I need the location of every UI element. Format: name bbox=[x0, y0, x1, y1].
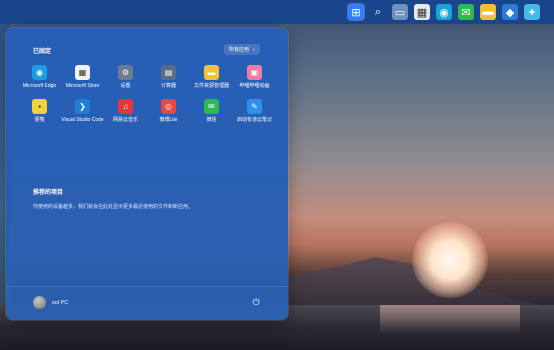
pinned-app[interactable]: ✉ 微信 bbox=[190, 99, 233, 123]
app-label: 文件资源管理器 bbox=[193, 83, 229, 89]
wallpaper-sun bbox=[412, 222, 488, 298]
edge-icon: ◉ bbox=[32, 65, 47, 80]
pinned-app[interactable]: ⚙ 设置 bbox=[104, 65, 147, 89]
settings-gear-icon: ⚙ bbox=[118, 65, 133, 80]
pinned-app[interactable]: ▪ 便笺 bbox=[18, 99, 61, 123]
wechat-icon: ✉ bbox=[204, 99, 219, 114]
avatar bbox=[33, 296, 46, 309]
pinned-app[interactable]: ▬ 文件资源管理器 bbox=[190, 65, 233, 89]
pinned-apps-grid: ◉ Microsoft Edge ▦ Microsoft Store ⚙ 设置 ▤ 计算器 ▬ 文… bbox=[18, 65, 278, 123]
netease-music-icon: ♫ bbox=[118, 99, 133, 114]
pinned-app[interactable]: ◉ Microsoft Edge bbox=[18, 65, 61, 89]
wechat-icon[interactable]: ✉ bbox=[458, 4, 474, 20]
chevron-right-icon: › bbox=[253, 46, 255, 53]
app-label: Microsoft Edge bbox=[22, 83, 57, 89]
bilibili-icon: ▣ bbox=[247, 65, 262, 80]
user-account-button[interactable]: sol PC bbox=[33, 296, 68, 309]
store-icon[interactable]: ◆ bbox=[502, 4, 518, 20]
footer-divider bbox=[6, 286, 288, 287]
file-explorer-icon: ▬ bbox=[204, 65, 219, 80]
pinned-app[interactable]: ▤ 计算器 bbox=[147, 65, 190, 89]
user-name: sol PC bbox=[52, 299, 69, 306]
pinned-app[interactable]: ▣ 哔哩哔哩动画 bbox=[233, 65, 276, 89]
folder-icon[interactable]: ▬ bbox=[480, 4, 496, 20]
search-icon[interactable]: ⌕ bbox=[370, 4, 386, 20]
pinned-title: 已固定 bbox=[33, 49, 52, 55]
store-icon: ▦ bbox=[75, 65, 90, 80]
pinned-app[interactable]: ❯ Visual Studio Code bbox=[61, 99, 104, 123]
calendar-icon[interactable]: ▦ bbox=[414, 4, 430, 20]
edge-icon[interactable]: ◉ bbox=[436, 4, 452, 20]
app-label: 便笺 bbox=[34, 117, 45, 123]
wallpaper-shimmer bbox=[380, 305, 520, 335]
calculator-icon: ▤ bbox=[161, 65, 176, 80]
app-label: Microsoft Store bbox=[65, 83, 100, 89]
app-label: 网易云音乐 bbox=[112, 117, 138, 123]
windows-start-icon[interactable]: ⊞ bbox=[347, 3, 365, 21]
pinned-app[interactable]: ✎ 启动有道云笔记 bbox=[233, 99, 276, 123]
power-button[interactable]: ⏻ bbox=[250, 296, 262, 308]
recommended-description: 你使用的设备越多，我们就会在此处显示更多最近使用的文件和新应用。 bbox=[33, 204, 194, 210]
power-icon: ⏻ bbox=[252, 296, 260, 307]
taskbar: ⊞ ⌕ ▭ ▦ ◉ ✉ ▬ ◆ ✦ bbox=[0, 0, 554, 24]
pinned-app[interactable]: ▦ Microsoft Store bbox=[61, 65, 104, 89]
app-label: 计算器 bbox=[160, 83, 176, 89]
task-view-icon[interactable]: ▭ bbox=[392, 4, 408, 20]
vscode-icon: ❯ bbox=[75, 99, 90, 114]
sticky-notes-icon: ▪ bbox=[32, 99, 47, 114]
pinned-app[interactable]: ♫ 网易云音乐 bbox=[104, 99, 147, 123]
pin-icon[interactable]: ✦ bbox=[524, 4, 540, 20]
app-label: Visual Studio Code bbox=[61, 117, 104, 123]
all-apps-label: 所有应用 bbox=[229, 47, 250, 53]
app-label: 设置 bbox=[120, 83, 131, 89]
youdao-note-icon: ✎ bbox=[247, 99, 262, 114]
app-label: 微博Lite bbox=[159, 117, 178, 123]
app-label: 哔哩哔哩动画 bbox=[239, 83, 270, 89]
recommended-title: 推荐的项目 bbox=[33, 190, 64, 196]
app-label: 启动有道云笔记 bbox=[236, 117, 272, 123]
all-apps-button[interactable]: 所有应用 › bbox=[224, 44, 260, 55]
start-menu: 已固定 所有应用 › ◉ Microsoft Edge ▦ Microsoft Sto… bbox=[6, 28, 288, 320]
pinned-app[interactable]: ◎ 微博Lite bbox=[147, 99, 190, 123]
weibo-icon: ◎ bbox=[161, 99, 176, 114]
app-label: 微信 bbox=[206, 117, 217, 123]
